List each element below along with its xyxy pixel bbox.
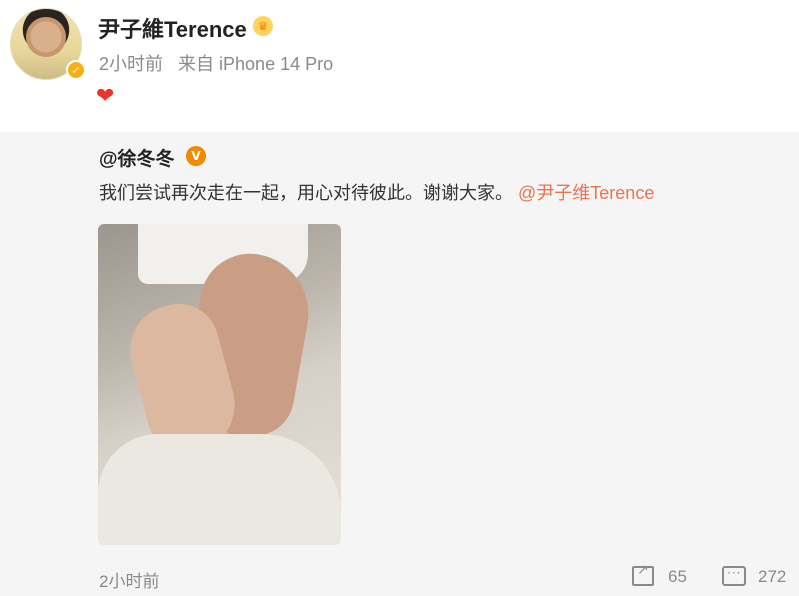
author-name[interactable]: 尹子維Terence bbox=[98, 12, 247, 44]
share-icon[interactable] bbox=[632, 562, 654, 586]
post-header: ✓ 尹子維Terence ♛ 2小时前 来自 iPhone 14 Pro ❤ bbox=[0, 0, 799, 132]
orange-verified-icon: V bbox=[186, 146, 206, 166]
author-avatar-wrap[interactable]: ✓ bbox=[10, 8, 86, 82]
repost-body: 我们尝试再次走在一起，用心对待彼此。谢谢大家。 bbox=[99, 183, 513, 203]
repost-photo[interactable] bbox=[98, 224, 341, 545]
heart-icon: ❤ bbox=[96, 84, 115, 109]
post-meta: 2小时前 来自 iPhone 14 Pro bbox=[99, 50, 333, 76]
repost-time[interactable]: 2小时前 bbox=[99, 567, 159, 592]
verified-badge-icon: ✓ bbox=[66, 60, 86, 80]
repost-text: 我们尝试再次走在一起，用心对待彼此。谢谢大家。 @尹子维Terence bbox=[99, 179, 654, 205]
comment-count[interactable]: 272 bbox=[758, 567, 786, 587]
repost-card[interactable]: @徐冬冬 V 我们尝试再次走在一起，用心对待彼此。谢谢大家。 @尹子维Teren… bbox=[0, 132, 799, 596]
share-count[interactable]: 65 bbox=[668, 567, 687, 587]
crown-icon: ♛ bbox=[253, 16, 273, 36]
post-time[interactable]: 2小时前 bbox=[99, 54, 163, 74]
photo-sheet bbox=[98, 434, 341, 545]
comment-icon[interactable] bbox=[722, 566, 746, 586]
repost-author[interactable]: @徐冬冬 bbox=[99, 144, 175, 171]
post-source: 来自 iPhone 14 Pro bbox=[178, 54, 334, 74]
repost-mention[interactable]: @尹子维Terence bbox=[518, 183, 654, 203]
